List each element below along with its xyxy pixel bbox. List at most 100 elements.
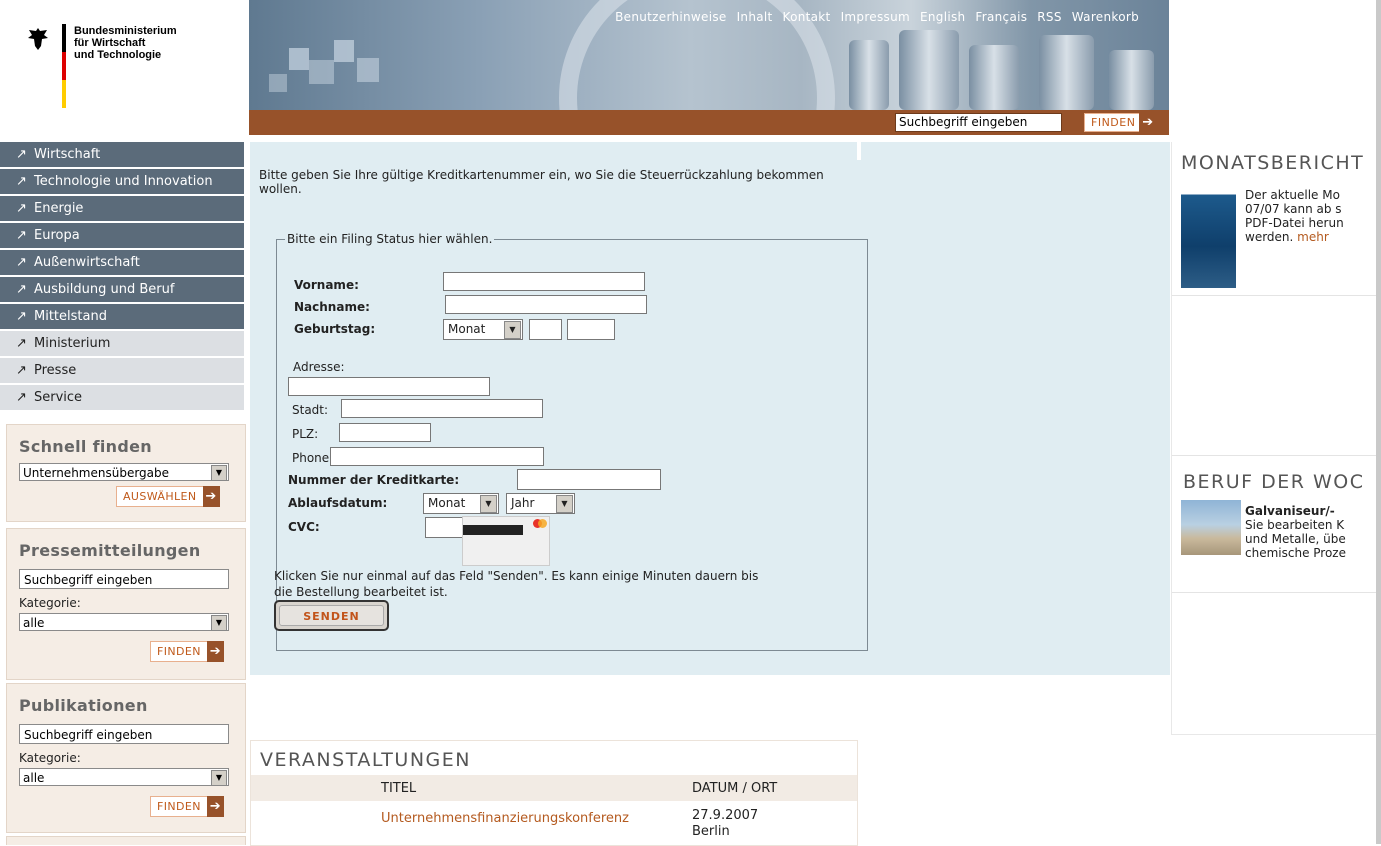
topnav-english[interactable]: English: [920, 10, 965, 24]
ablaufdatum-label: Ablaufsdatum:: [288, 496, 388, 510]
divider: [1172, 295, 1377, 296]
header-search-input[interactable]: Suchbegriff eingeben: [895, 113, 1062, 132]
geburtstag-tag-input[interactable]: [529, 319, 562, 340]
form-intro-text: Bitte geben Sie Ihre gültige Kreditkarte…: [259, 168, 824, 196]
nav-item-presse[interactable]: ↗ Presse: [0, 358, 244, 383]
arrow-up-right-icon: ↗: [16, 174, 27, 189]
geburtstag-jahr-input[interactable]: [567, 319, 615, 340]
presse-kategorie-select[interactable]: alle ▼: [19, 613, 229, 631]
beruf-heading[interactable]: Galvaniseur/-: [1245, 504, 1346, 518]
chevron-down-icon: ▼: [504, 321, 521, 339]
schnell-finden-title: Schnell finden: [19, 437, 152, 456]
monatsbericht-text: Der aktuelle Mo 07/07 kann ab s PDF-Date…: [1245, 188, 1344, 244]
ablauf-monat-select[interactable]: Monat ▼: [423, 493, 499, 514]
schnell-finden-select[interactable]: Unternehmensübergabe ▼: [19, 463, 229, 481]
arrow-right-icon: ➔: [202, 486, 220, 507]
header-search-button-label: FINDEN: [1091, 116, 1136, 129]
vorname-input[interactable]: [443, 272, 645, 291]
arrow-up-right-icon: ↗: [16, 390, 27, 405]
topnav-kontakt[interactable]: Kontakt: [783, 10, 831, 24]
nav-item-europa[interactable]: ↗ Europa: [0, 223, 244, 248]
divider: [1172, 455, 1377, 456]
nav-item-energie[interactable]: ↗ Energie: [0, 196, 244, 221]
chevron-down-icon: ▼: [211, 615, 227, 631]
credit-card-back-icon: [462, 516, 550, 566]
cvc-label: CVC:: [288, 520, 320, 534]
phone-input[interactable]: [330, 447, 544, 466]
panel-divider: [857, 142, 861, 160]
event-date-place: 27.9.2007 Berlin: [692, 808, 759, 839]
topnav-benutzerhinweise[interactable]: Benutzerhinweise: [615, 10, 726, 24]
kreditkarte-input[interactable]: [517, 469, 661, 490]
right-column: MONATSBERICHT Der aktuelle Mo 07/07 kann…: [1171, 142, 1378, 735]
phone-label: Phone:: [292, 451, 334, 465]
publikationen-kategorie-label: Kategorie:: [19, 751, 81, 765]
nav-item-wirtschaft[interactable]: ↗ Wirtschaft: [0, 142, 244, 167]
arrow-up-right-icon: ↗: [16, 147, 27, 162]
publikationen-finden-button[interactable]: FINDEN ➔: [150, 796, 224, 817]
arrow-up-right-icon: ↗: [16, 336, 27, 351]
nachname-label: Nachname:: [294, 300, 370, 314]
nav-item-mittelstand[interactable]: ↗ Mittelstand: [0, 304, 244, 329]
chevron-down-icon: ▼: [480, 495, 497, 513]
stadt-input[interactable]: [341, 399, 543, 418]
top-navigation: Benutzerhinweise Inhalt Kontakt Impressu…: [615, 10, 1139, 24]
event-title-link[interactable]: Unternehmensfinanzierungskonferenz: [381, 811, 629, 826]
arrow-up-right-icon: ↗: [16, 309, 27, 324]
beruf-der-woche-title: BERUF DER WOC: [1183, 471, 1365, 493]
schnell-finden-box: Schnell finden Unternehmensübergabe ▼ AU…: [6, 424, 246, 522]
beruf-text: Galvaniseur/- Sie bearbeiten K und Metal…: [1245, 504, 1346, 560]
presse-kategorie-label: Kategorie:: [19, 596, 81, 610]
plz-input[interactable]: [339, 423, 431, 442]
pressemitteilungen-box: Pressemitteilungen Suchbegriff eingeben …: [6, 528, 246, 680]
auswaehlen-button[interactable]: AUSWÄHLEN ➔: [116, 486, 220, 507]
nachname-input[interactable]: [445, 295, 647, 314]
chevron-down-icon: ▼: [211, 465, 227, 481]
topnav-warenkorb[interactable]: Warenkorb: [1072, 10, 1139, 24]
window-edge: [1376, 0, 1381, 844]
monatsbericht-title: MONATSBERICHT: [1181, 152, 1365, 174]
cvc-input[interactable]: [425, 517, 465, 538]
nav-item-ministerium[interactable]: ↗ Ministerium: [0, 331, 244, 356]
chevron-down-icon: ▼: [211, 770, 227, 786]
arrow-up-right-icon: ↗: [16, 282, 27, 297]
ministry-logo[interactable]: Bundesministerium für Wirtschaft und Tec…: [0, 0, 249, 142]
nav-item-technologie[interactable]: ↗ Technologie und Innovation: [0, 169, 244, 194]
nav-item-ausbildung[interactable]: ↗ Ausbildung und Beruf: [0, 277, 244, 302]
arrow-right-icon: ➔: [1139, 113, 1157, 132]
stadt-label: Stadt:: [292, 403, 329, 417]
veranstaltungen-box: VERANSTALTUNGEN TITEL DATUM / ORT Untern…: [250, 740, 858, 846]
monatsbericht-mehr-link[interactable]: mehr: [1297, 230, 1329, 244]
arrow-up-right-icon: ↗: [16, 363, 27, 378]
fieldset-legend: Bitte ein Filing Status hier wählen.: [285, 232, 495, 246]
topnav-inhalt[interactable]: Inhalt: [737, 10, 773, 24]
topnav-francais[interactable]: Français: [975, 10, 1027, 24]
col-datum-ort: DATUM / ORT: [692, 781, 778, 796]
presse-search-input[interactable]: Suchbegriff eingeben: [19, 569, 229, 589]
nav-item-service[interactable]: ↗ Service: [0, 385, 244, 410]
topnav-rss[interactable]: RSS: [1037, 10, 1061, 24]
geburtstag-label: Geburtstag:: [294, 322, 376, 336]
arrow-up-right-icon: ↗: [16, 228, 27, 243]
header-search-button[interactable]: FINDEN ➔: [1084, 113, 1157, 132]
geburtstag-monat-select[interactable]: Monat ▼: [443, 319, 523, 340]
publikationen-search-input[interactable]: Suchbegriff eingeben: [19, 724, 229, 744]
presse-finden-button[interactable]: FINDEN ➔: [150, 641, 224, 662]
senden-button[interactable]: SENDEN: [274, 600, 389, 631]
federal-eagle-icon: [28, 28, 48, 50]
boat-image[interactable]: [1181, 500, 1241, 555]
col-titel: TITEL: [381, 781, 417, 796]
monatsbericht-cover-image[interactable]: [1181, 184, 1236, 288]
nav-item-aussenwirtschaft[interactable]: ↗ Außenwirtschaft: [0, 250, 244, 275]
vorname-label: Vorname:: [294, 278, 359, 292]
form-hint-text: Klicken Sie nur einmal auf das Feld "Sen…: [274, 569, 759, 599]
arrow-right-icon: ➔: [206, 641, 224, 662]
header-search-bar: Suchbegriff eingeben FINDEN ➔: [249, 110, 1169, 135]
topnav-impressum[interactable]: Impressum: [841, 10, 910, 24]
publikationen-kategorie-select[interactable]: alle ▼: [19, 768, 229, 786]
left-navigation: ↗ Wirtschaft ↗ Technologie und Innovation …: [0, 142, 244, 412]
events-table-header: TITEL DATUM / ORT: [251, 775, 857, 801]
ablauf-jahr-select[interactable]: Jahr ▼: [506, 493, 575, 514]
adresse-label: Adresse:: [293, 360, 345, 374]
adresse-input[interactable]: [288, 377, 490, 396]
